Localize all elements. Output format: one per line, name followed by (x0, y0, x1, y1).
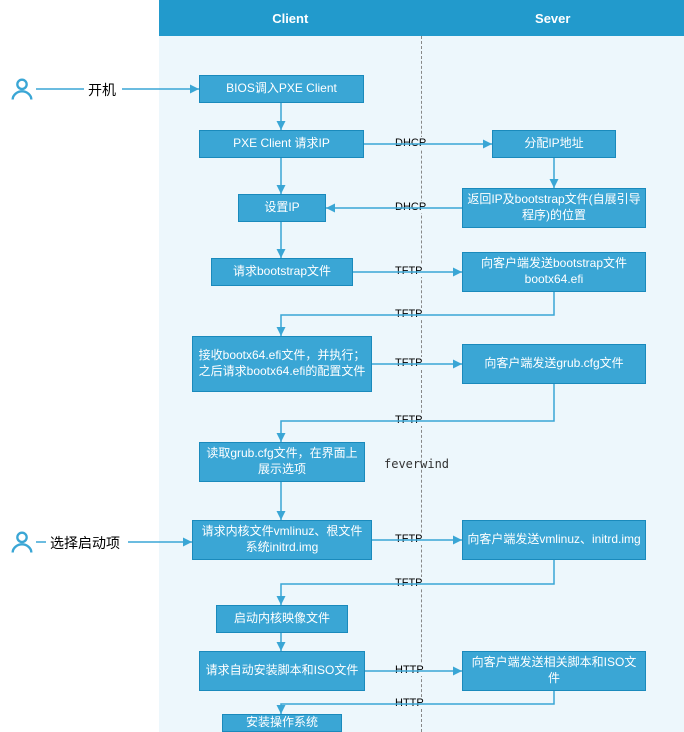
diagram-canvas: Client Sever 开机 选择启动项 BIOS调入PXE Client P… (0, 0, 684, 732)
client-req-bootstrap: 请求bootstrap文件 (211, 258, 353, 286)
server-send-bootx64: 向客户端发送bootstrap文件bootx64.efi (462, 252, 646, 292)
client-boot-kernel: 启动内核映像文件 (216, 605, 348, 633)
server-send-grubcfg: 向客户端发送grub.cfg文件 (462, 344, 646, 384)
client-recv-bootx64: 接收bootx64.efi文件，并执行；之后请求bootx64.efi的配置文件 (192, 336, 372, 392)
label-select: 选择启动项 (50, 533, 120, 553)
header-client: Client (159, 0, 422, 36)
proto-http: HTTP (393, 664, 426, 676)
proto-tftp: TFTP (393, 357, 425, 369)
server-send-iso: 向客户端发送相关脚本和ISO文件 (462, 651, 646, 691)
watermark: feverwind (384, 457, 449, 471)
server-assign-ip: 分配IP地址 (492, 130, 616, 158)
client-read-grubcfg: 读取grub.cfg文件，在界面上展示选项 (199, 442, 365, 482)
user-icon (8, 75, 36, 103)
proto-tftp: TFTP (393, 577, 425, 589)
header-row: Client Sever (159, 0, 684, 36)
proto-tftp: TFTP (393, 265, 425, 277)
client-bios: BIOS调入PXE Client (199, 75, 364, 103)
proto-tftp: TFTP (393, 308, 425, 320)
client-req-iso: 请求自动安装脚本和ISO文件 (199, 651, 365, 691)
server-return-bootstrap: 返回IP及bootstrap文件(自展引导程序)的位置 (462, 188, 646, 228)
proto-tftp: TFTP (393, 533, 425, 545)
user-icon (8, 528, 36, 556)
client-install-os: 安装操作系统 (222, 714, 342, 732)
proto-http: HTTP (393, 697, 426, 709)
client-req-kernel: 请求内核文件vmlinuz、根文件系统initrd.img (192, 520, 372, 560)
label-poweron: 开机 (88, 80, 116, 100)
client-set-ip: 设置IP (238, 194, 326, 222)
proto-tftp: TFTP (393, 414, 425, 426)
proto-dhcp: DHCP (393, 137, 428, 149)
header-server: Sever (422, 0, 684, 36)
proto-dhcp: DHCP (393, 201, 428, 213)
server-send-kernel: 向客户端发送vmlinuz、initrd.img (462, 520, 646, 560)
client-pxe-request-ip: PXE Client 请求IP (199, 130, 364, 158)
